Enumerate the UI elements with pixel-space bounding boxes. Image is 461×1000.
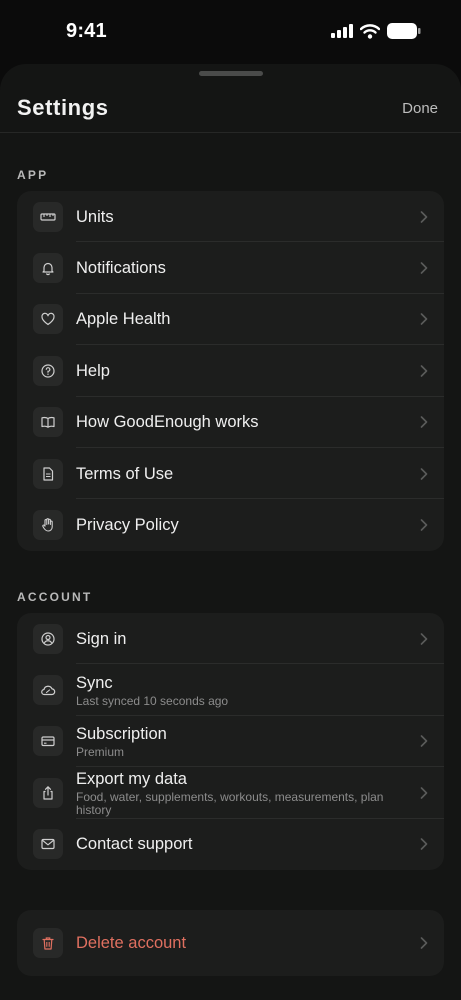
status-bar: 9:41 [0,0,461,64]
chevron-right-icon [420,519,428,531]
settings-item-label: Export my data [76,769,187,788]
settings-item-label: Contact support [76,835,193,854]
chevron-right-icon [420,787,428,799]
chevron-right-icon [420,632,428,645]
trash-icon [33,928,63,958]
section-title-app: APP [17,168,49,182]
settings-item-sublabel: Premium [76,744,125,759]
user-circle-icon [33,623,63,654]
settings-item-label: Apple Health [76,310,171,329]
bell-icon [33,253,63,284]
settings-item-how-it-works[interactable]: How GoodEnough works [17,397,444,448]
settings-item-notifications[interactable]: Notifications [17,242,444,294]
battery-icon [387,23,421,39]
section-title-account: ACCOUNT [17,590,93,604]
settings-header: Settings Done [0,84,461,132]
document-icon [33,458,63,489]
chevron-right-icon [420,416,428,429]
hand-icon [33,510,63,541]
header-divider [0,132,461,133]
settings-item-subscription[interactable]: Subscription Premium [17,716,444,768]
settings-item-label: Units [76,207,114,226]
settings-item-label: How GoodEnough works [76,413,259,432]
ruler-icon [33,201,63,232]
heart-icon [33,304,63,335]
settings-item-label: Subscription [76,724,167,743]
settings-item-label: Terms of Use [76,464,174,483]
chevron-right-icon [420,210,428,223]
book-icon [33,407,63,438]
chevron-right-icon [420,937,428,949]
settings-item-label: Notifications [76,259,166,278]
status-icons [331,23,421,39]
chevron-right-icon [420,467,428,480]
chevron-right-icon [420,262,428,274]
share-icon [33,777,63,808]
settings-sheet: Settings Done APP Units Notifications Ap… [0,64,461,1000]
settings-item-sign-in[interactable]: Sign in [17,613,444,665]
settings-item-help[interactable]: Help [17,345,444,397]
delete-account-button[interactable]: Delete account [17,910,444,976]
settings-item-terms-of-use[interactable]: Terms of Use [17,448,444,500]
settings-item-label: Help [76,361,110,380]
chevron-right-icon [420,365,428,377]
app-settings-card: Units Notifications Apple Health Help Ho… [17,191,444,551]
settings-item-sublabel: Last synced 10 seconds ago [76,693,229,708]
settings-item-privacy-policy[interactable]: Privacy Policy [17,499,444,550]
settings-item-label: Privacy Policy [76,516,179,535]
settings-item-apple-health[interactable]: Apple Health [17,294,444,346]
delete-account-label: Delete account [76,934,187,952]
settings-item-sync[interactable]: Sync Last synced 10 seconds ago [17,664,444,716]
settings-item-contact-support[interactable]: Contact support [17,819,444,870]
credit-card-icon [33,726,63,757]
settings-item-sublabel: Food, water, supplements, workouts, meas… [76,789,384,817]
page-title: Settings [17,95,109,120]
settings-item-units[interactable]: Units [17,191,444,243]
cellular-signal-icon [331,24,353,38]
sheet-grabber[interactable] [199,71,263,76]
danger-card: Delete account [17,910,444,976]
settings-item-label: Sign in [76,629,127,648]
chevron-right-icon [420,735,428,748]
settings-item-label: Sync [76,673,113,692]
chevron-right-icon [420,313,428,326]
settings-item-export-data[interactable]: Export my data Food, water, supplements,… [17,767,444,819]
cloud-sync-icon [33,675,63,706]
account-settings-card: Sign in Sync Last synced 10 seconds ago … [17,613,444,870]
help-circle-icon [33,355,63,386]
status-time: 9:41 [66,19,107,42]
mail-icon [33,829,63,860]
chevron-right-icon [420,838,428,851]
done-button[interactable]: Done [402,100,438,117]
wifi-icon [360,23,380,39]
